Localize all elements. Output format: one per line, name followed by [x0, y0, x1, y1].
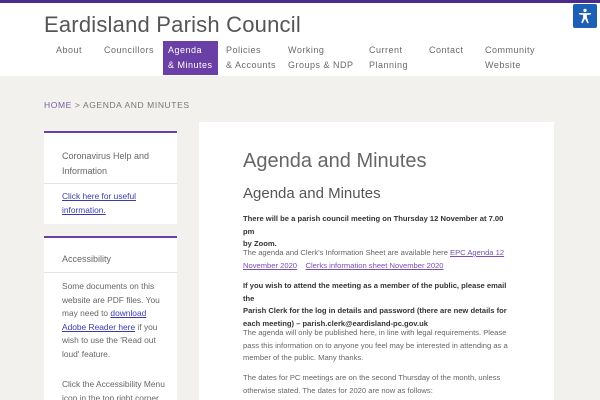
nav-item-councillors[interactable]: Councillors: [104, 41, 154, 75]
epc-agenda-link-cont[interactable]: November 2020: [243, 261, 297, 270]
sidebar-card-coronavirus: Coronavirus Help and Information Click h…: [44, 131, 177, 224]
site-title[interactable]: Eardisland Parish Council: [44, 12, 301, 38]
nav-item-policies-accounts[interactable]: Policies & Accounts: [226, 41, 276, 75]
nav-item-community-website[interactable]: Community Website: [485, 41, 535, 75]
main-content: Agenda and Minutes Agenda and Minutes Th…: [199, 122, 554, 400]
sidebar-divider: [44, 272, 177, 273]
nav-item-current-planning[interactable]: Current Planning: [369, 41, 408, 75]
sidebar-card-title: Accessibility: [62, 254, 112, 264]
meeting-announcement: There will be a parish council meeting o…: [243, 214, 504, 248]
nav-item-agenda-minutes[interactable]: Agenda & Minutes: [163, 41, 218, 75]
breadcrumb-separator: >: [74, 100, 81, 110]
nav-item-contact[interactable]: Contact: [429, 41, 464, 75]
accessibility-menu-button[interactable]: [573, 4, 597, 28]
agenda-availability: The agenda and Clerk's Information Sheet…: [243, 248, 505, 270]
publication-note: The agenda will only be published here, …: [243, 328, 508, 362]
breadcrumb: HOME > AGENDA AND MINUTES: [44, 100, 190, 110]
breadcrumb-home-link[interactable]: HOME: [44, 100, 72, 110]
section-title: Agenda and Minutes: [243, 185, 381, 202]
attend-instructions: If you wish to attend the meeting as a m…: [243, 281, 507, 328]
sidebar-card-title: Coronavirus Help and Information: [62, 151, 150, 176]
sidebar-divider: [44, 183, 177, 184]
meeting-dates-note: The dates for PC meetings are on the sec…: [243, 373, 501, 395]
clerks-info-sheet-link[interactable]: Clerks information sheet November 2020: [306, 261, 444, 270]
page-title: Agenda and Minutes: [243, 150, 427, 172]
nav-item-about[interactable]: About: [56, 41, 82, 75]
accessibility-menu-text: Click the Accessibility Menu icon in the…: [62, 379, 165, 400]
download-link[interactable]: download: [110, 308, 146, 318]
epc-agenda-link[interactable]: EPC Agenda 12: [450, 248, 504, 257]
main-nav: About Councillors Agenda & Minutes Polic…: [0, 41, 600, 77]
adobe-reader-link[interactable]: Adobe Reader here: [62, 322, 135, 332]
site-header: Eardisland Parish Council About Councill…: [0, 3, 600, 76]
accessibility-person-icon: [579, 8, 591, 24]
accessibility-text: Some documents on this website are PDF f…: [62, 281, 160, 359]
breadcrumb-current: AGENDA AND MINUTES: [82, 100, 190, 110]
nav-item-working-groups[interactable]: Working Groups & NDP: [288, 41, 354, 75]
sidebar-card-accessibility: Accessibility Some documents on this web…: [44, 236, 177, 400]
coronavirus-info-link[interactable]: Click here for useful information.: [62, 190, 172, 217]
